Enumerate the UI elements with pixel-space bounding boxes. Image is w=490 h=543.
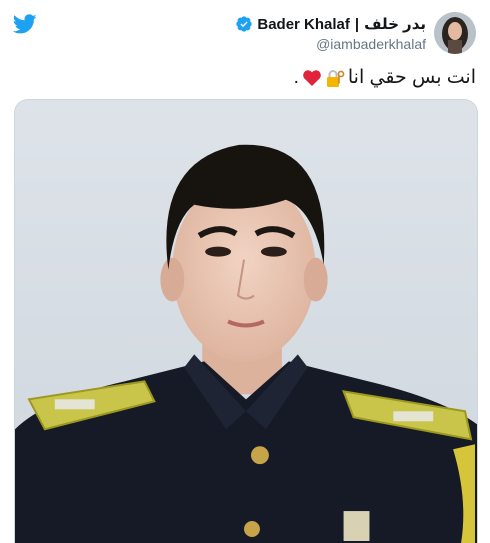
tweet-body: انت بس حقي انا <box>347 67 476 88</box>
account-handle[interactable]: @iambaderkhalaf <box>316 36 426 52</box>
tweet-text: انت بس حقي انا . <box>294 66 476 89</box>
tweet-photo[interactable] <box>14 99 478 543</box>
account-name-line[interactable]: Bader Khalaf | بدر خلف <box>236 15 426 33</box>
verified-badge-icon <box>236 16 253 32</box>
red-heart-icon <box>303 69 321 86</box>
tweet-trailing: . <box>293 66 299 88</box>
lock-with-key-icon <box>326 69 345 87</box>
avatar[interactable] <box>434 12 476 54</box>
twitter-bird-icon[interactable] <box>12 12 38 36</box>
tweet-card: Bader Khalaf | بدر خلف @iambaderkhalaf ا… <box>0 0 490 543</box>
name-separator: | <box>354 15 360 33</box>
portrait-photo <box>15 100 477 543</box>
display-name-arabic[interactable]: بدر خلف <box>364 15 426 33</box>
display-name-latin[interactable]: Bader Khalaf <box>257 16 350 33</box>
